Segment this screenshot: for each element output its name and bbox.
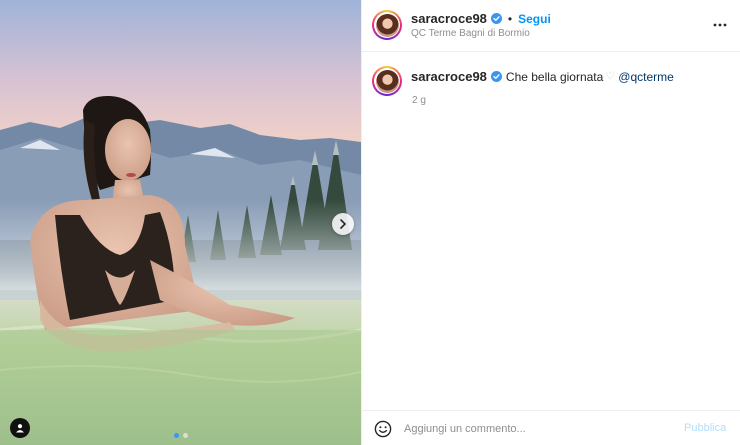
chevron-right-icon — [340, 219, 347, 229]
follow-button[interactable]: Segui — [518, 12, 551, 26]
author-username[interactable]: saracroce98 — [411, 11, 487, 26]
add-comment-bar: Pubblica — [362, 410, 740, 445]
carousel-dot — [182, 433, 188, 438]
post-location[interactable]: QC Terme Bagni di Bormio — [411, 28, 530, 39]
caption-text: Che bella giornata — [505, 69, 604, 84]
post-image-artwork — [0, 0, 361, 445]
publish-comment-button[interactable]: Pubblica — [684, 422, 726, 434]
carousel-dot-active — [173, 433, 179, 438]
author-avatar[interactable] — [372, 10, 402, 40]
caption-mention-link[interactable]: @qcterme — [618, 70, 674, 84]
carousel-next-button[interactable] — [332, 213, 354, 235]
caption-username[interactable]: saracroce98 — [411, 69, 487, 84]
separator-dot: • — [507, 11, 513, 26]
post-header: saracroce98 • Segui QC Terme Bagni di Bo… — [362, 0, 740, 52]
verified-badge-icon — [490, 13, 502, 24]
more-options-button[interactable] — [712, 17, 728, 33]
comment-input[interactable] — [404, 420, 674, 438]
post-caption: saracroce98 Che bella giornata ♡ @qcterm… — [411, 69, 674, 84]
user-tag-icon — [16, 424, 24, 433]
verified-badge-icon — [490, 71, 502, 82]
caption-author-avatar[interactable] — [372, 66, 402, 96]
more-horizontal-icon — [713, 23, 727, 27]
post-photo[interactable] — [0, 0, 361, 445]
emoji-picker-button[interactable] — [374, 420, 392, 438]
caption-heart-emoji: ♡ — [605, 71, 615, 82]
carousel-indicator — [0, 433, 361, 438]
post-details-pane: saracroce98 • Segui QC Terme Bagni di Bo… — [361, 0, 740, 445]
emoji-icon — [374, 420, 392, 438]
author-row: saracroce98 • Segui — [411, 11, 551, 26]
post-timestamp[interactable]: 2 g — [412, 95, 426, 106]
